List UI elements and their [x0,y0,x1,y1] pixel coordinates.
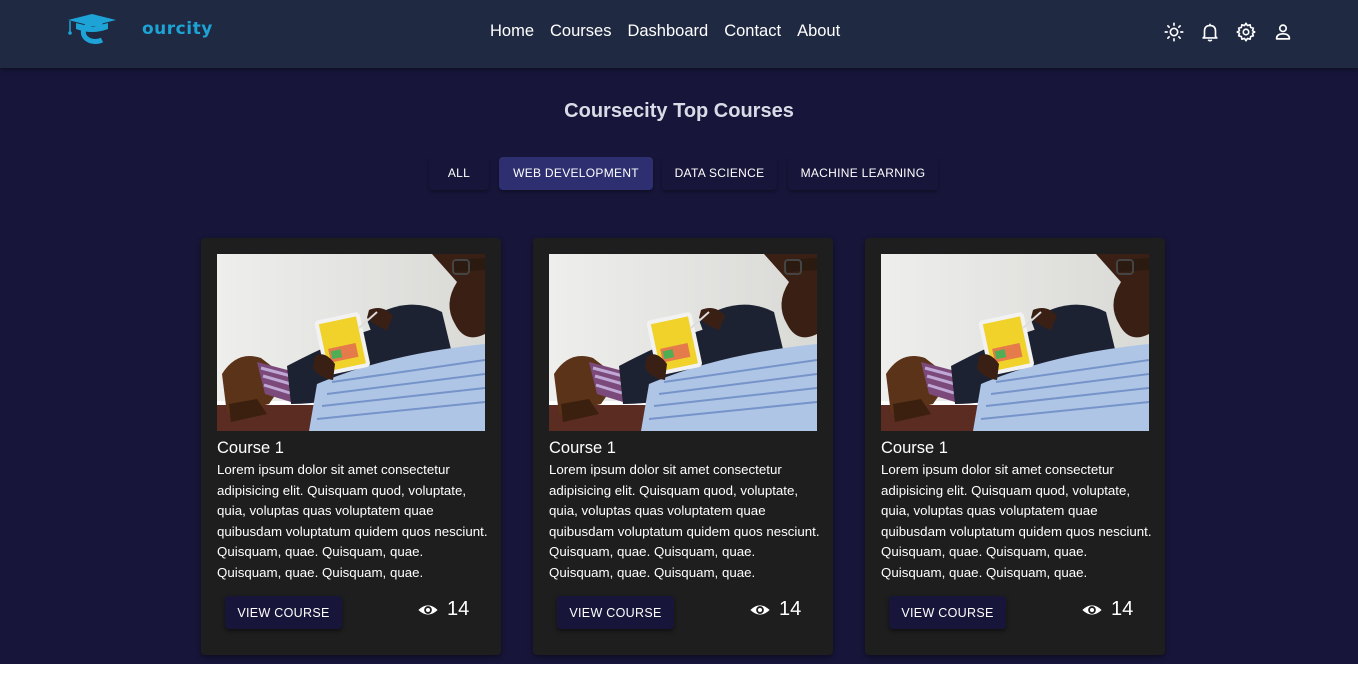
tab-data-science[interactable]: DATA SCIENCE [662,157,777,190]
nav-dashboard[interactable]: Dashboard [627,21,708,41]
eye-icon [1081,599,1103,621]
view-count: 14 [1081,598,1133,621]
eye-icon [749,599,771,621]
course-description: Lorem ipsum dolor sit amet consectetur a… [881,462,1152,580]
course-description: Lorem ipsum dolor sit amet consectetur a… [217,462,488,580]
view-count-value: 14 [1111,598,1134,620]
course-image [881,254,1149,431]
app-root: ourcity Home Courses Dashboard Contact A… [0,0,1358,664]
coursecity-logo[interactable]: ourcity [62,12,212,48]
main-nav: Home Courses Dashboard Contact About [490,21,840,41]
user-icon[interactable] [1272,21,1294,43]
nav-contact[interactable]: Contact [724,21,781,41]
tab-all[interactable]: ALL [429,157,489,190]
course-title: Course 1 [881,439,948,457]
course-description: Lorem ipsum dolor sit amet consectetur a… [549,462,820,580]
eye-icon [417,599,439,621]
sun-icon[interactable] [1163,21,1185,43]
view-course-button[interactable]: VIEW COURSE [889,596,1006,629]
course-image [549,254,817,431]
nav-home[interactable]: Home [490,21,534,41]
view-course-button[interactable]: VIEW COURSE [225,596,342,629]
course-title: Course 1 [549,439,616,457]
view-count-value: 14 [779,598,802,620]
view-course-button[interactable]: VIEW COURSE [557,596,674,629]
view-count: 14 [417,598,469,621]
course-card: Course 1 Lorem ipsum dolor sit amet cons… [201,238,501,655]
tab-web-development[interactable]: WEB DEVELOPMENT [499,157,653,190]
top-navbar: ourcity Home Courses Dashboard Contact A… [0,0,1358,68]
view-count: 14 [749,598,801,621]
course-card: Course 1 Lorem ipsum dolor sit amet cons… [533,238,833,655]
nav-courses[interactable]: Courses [550,21,611,41]
logo-text: ourcity [142,19,213,39]
course-card: Course 1 Lorem ipsum dolor sit amet cons… [865,238,1165,655]
tab-machine-learning[interactable]: MACHINE LEARNING [788,157,938,190]
graduation-cap-logo-icon [68,14,116,44]
nav-about[interactable]: About [797,21,840,41]
page-title: Coursecity Top Courses [564,100,794,122]
gear-icon[interactable] [1235,21,1257,43]
course-title: Course 1 [217,439,284,457]
course-image [217,254,485,431]
view-count-value: 14 [447,598,470,620]
bell-icon[interactable] [1199,21,1221,43]
